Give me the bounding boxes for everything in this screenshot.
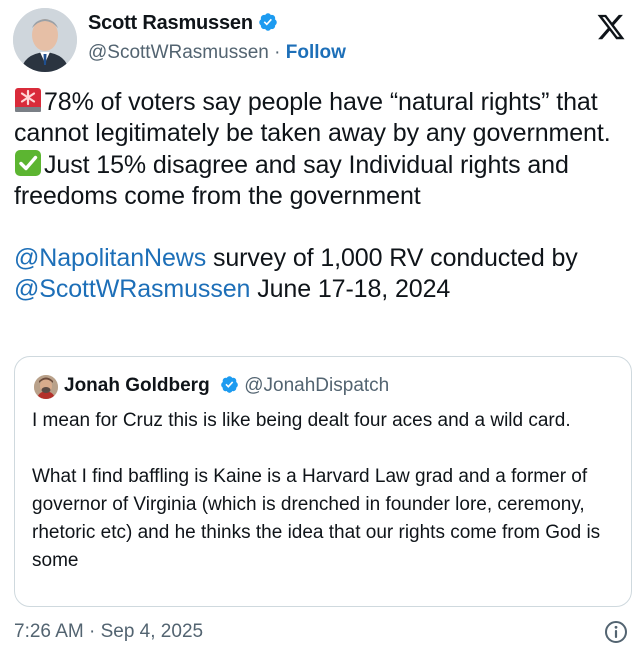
quoted-post[interactable]: Jonah Goldberg @JonahDispatch I mean for…: [14, 356, 632, 607]
author-avatar[interactable]: [13, 8, 77, 72]
post-line-3-text: survey of 1,000 RV conducted by: [206, 244, 578, 272]
post-line-2-text: Just 15% disagree and say Individual rig…: [14, 151, 569, 210]
post-text: 78% of voters say people have “natural r…: [14, 86, 626, 305]
author-handle[interactable]: @ScottWRasmussen: [88, 42, 269, 63]
author-name[interactable]: Scott Rasmussen: [88, 12, 278, 35]
quoted-text: I mean for Cruz this is like being dealt…: [32, 407, 622, 575]
author-handle-line: @ScottWRasmussen · Follow: [88, 42, 346, 64]
mention-scott-rasmussen[interactable]: @ScottWRasmussen: [14, 275, 250, 303]
quoted-paragraph-1: I mean for Cruz this is like being dealt…: [32, 410, 571, 431]
handle-separator: ·: [274, 42, 281, 63]
verified-badge-icon: [221, 376, 238, 393]
check-mark-button-icon: [15, 150, 41, 176]
verified-badge-icon: [259, 13, 277, 31]
post-line-2: Just 15% disagree and say Individual rig…: [14, 149, 626, 212]
post-line-3: @NapolitanNews survey of 1,000 RV conduc…: [14, 243, 626, 305]
post-line-3-date: June 17-18, 2024: [250, 275, 451, 303]
mention-napolitan-news[interactable]: @NapolitanNews: [14, 244, 206, 272]
post-line-1: 78% of voters say people have “natural r…: [14, 86, 626, 149]
author-name-text[interactable]: Scott Rasmussen: [88, 12, 253, 34]
quoted-author-line: Jonah Goldberg @JonahDispatch: [64, 375, 389, 397]
follow-button[interactable]: Follow: [286, 42, 346, 63]
quoted-author-name[interactable]: Jonah Goldberg: [64, 375, 210, 396]
info-icon[interactable]: [604, 620, 628, 644]
siren-icon: [15, 88, 41, 112]
quoted-author-handle[interactable]: @JonahDispatch: [244, 375, 389, 396]
tweet-card: Scott Rasmussen @ScottWRasmussen · Follo…: [0, 0, 640, 650]
post-timestamp[interactable]: 7:26 AM · Sep 4, 2025: [14, 621, 203, 643]
quoted-paragraph-2: What I find baffling is Kaine is a Harva…: [32, 466, 601, 571]
quoted-author-avatar[interactable]: [34, 375, 58, 399]
post-line-1-text: 78% of voters say people have “natural r…: [14, 88, 611, 147]
x-logo-icon[interactable]: [596, 12, 626, 42]
